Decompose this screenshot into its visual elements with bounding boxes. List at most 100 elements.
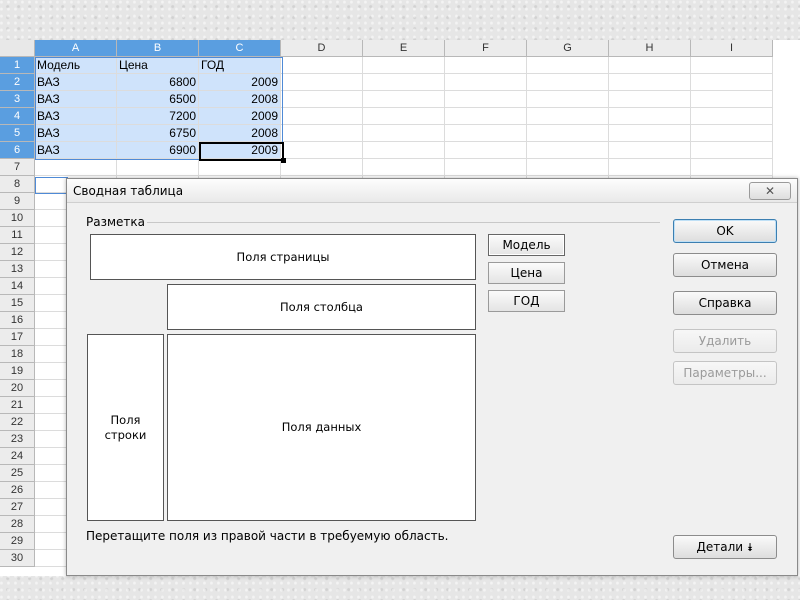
cell-E3[interactable] [363,91,445,108]
row-header-27[interactable]: 27 [0,499,35,516]
cell-D2[interactable] [281,74,363,91]
ok-button[interactable]: OK [673,219,777,243]
cell-G4[interactable] [527,108,609,125]
cell-A6[interactable]: ВАЗ [35,142,117,159]
cell-D5[interactable] [281,125,363,142]
cell-F5[interactable] [445,125,527,142]
cell-E6[interactable] [363,142,445,159]
cell-H3[interactable] [609,91,691,108]
cell-H1[interactable] [609,57,691,74]
row-header-1[interactable]: 1 [0,57,35,74]
field-button-model[interactable]: Модель [488,234,565,256]
cell-D1[interactable] [281,57,363,74]
cell-C4[interactable]: 2009 [199,108,281,125]
cell-C6[interactable]: 2009 [199,142,281,159]
row-header-21[interactable]: 21 [0,397,35,414]
row-header-25[interactable]: 25 [0,465,35,482]
cell-H7[interactable] [609,159,691,176]
column-header-i[interactable]: I [691,40,773,57]
fill-handle[interactable] [281,158,286,163]
dialog-titlebar[interactable]: Сводная таблица ✕ [67,179,797,203]
row-header-24[interactable]: 24 [0,448,35,465]
cell-G7[interactable] [527,159,609,176]
cell-B2[interactable]: 6800 [117,74,199,91]
help-button[interactable]: Справка [673,291,777,315]
cell-F6[interactable] [445,142,527,159]
options-button[interactable]: Параметры... [673,361,777,385]
cell-D4[interactable] [281,108,363,125]
row-header-29[interactable]: 29 [0,533,35,550]
row-header-2[interactable]: 2 [0,74,35,91]
cell-B1[interactable]: Цена [117,57,199,74]
row-header-7[interactable]: 7 [0,159,35,176]
row-header-8[interactable]: 8 [0,176,35,193]
row-header-30[interactable]: 30 [0,550,35,567]
cancel-button[interactable]: Отмена [673,253,777,277]
cell-F3[interactable] [445,91,527,108]
row-header-23[interactable]: 23 [0,431,35,448]
cell-F4[interactable] [445,108,527,125]
cell-H2[interactable] [609,74,691,91]
cell-C2[interactable]: 2009 [199,74,281,91]
cell-G3[interactable] [527,91,609,108]
cell-I3[interactable] [691,91,773,108]
cell-A3[interactable]: ВАЗ [35,91,117,108]
cell-E4[interactable] [363,108,445,125]
cell-C3[interactable]: 2008 [199,91,281,108]
cell-G2[interactable] [527,74,609,91]
row-header-9[interactable]: 9 [0,193,35,210]
cell-E7[interactable] [363,159,445,176]
cell-I6[interactable] [691,142,773,159]
cell-H5[interactable] [609,125,691,142]
cell-G6[interactable] [527,142,609,159]
delete-button[interactable]: Удалить [673,329,777,353]
row-header-3[interactable]: 3 [0,91,35,108]
data-fields-area[interactable]: Поля данных [167,334,476,521]
cell-F7[interactable] [445,159,527,176]
row-header-17[interactable]: 17 [0,329,35,346]
details-button[interactable]: Детали ⯯ [673,535,777,559]
cell-B6[interactable]: 6900 [117,142,199,159]
cell-I1[interactable] [691,57,773,74]
cell-C1[interactable]: ГОД [199,57,281,74]
column-header-f[interactable]: F [445,40,527,57]
cell-I7[interactable] [691,159,773,176]
row-header-15[interactable]: 15 [0,295,35,312]
cell-E2[interactable] [363,74,445,91]
cell-F1[interactable] [445,57,527,74]
cell-C7[interactable] [199,159,281,176]
cell-F2[interactable] [445,74,527,91]
cell-I4[interactable] [691,108,773,125]
field-button-year[interactable]: ГОД [488,290,565,312]
cell-C5[interactable]: 2008 [199,125,281,142]
page-fields-area[interactable]: Поля страницы [90,234,476,280]
row-header-26[interactable]: 26 [0,482,35,499]
row-header-19[interactable]: 19 [0,363,35,380]
close-button[interactable]: ✕ [749,182,791,200]
cell-A5[interactable]: ВАЗ [35,125,117,142]
field-button-price[interactable]: Цена [488,262,565,284]
cell-B4[interactable]: 7200 [117,108,199,125]
cell-A4[interactable]: ВАЗ [35,108,117,125]
row-header-20[interactable]: 20 [0,380,35,397]
cell-D6[interactable] [281,142,363,159]
row-header-28[interactable]: 28 [0,516,35,533]
row-header-18[interactable]: 18 [0,346,35,363]
row-header-14[interactable]: 14 [0,278,35,295]
row-header-10[interactable]: 10 [0,210,35,227]
column-header-c[interactable]: C [199,40,281,57]
row-header-5[interactable]: 5 [0,125,35,142]
select-all-corner[interactable] [0,40,35,57]
row-fields-area[interactable]: Поля строки [87,334,164,521]
cell-I5[interactable] [691,125,773,142]
column-header-g[interactable]: G [527,40,609,57]
cell-H4[interactable] [609,108,691,125]
column-header-d[interactable]: D [281,40,363,57]
cell-G1[interactable] [527,57,609,74]
cell-B5[interactable]: 6750 [117,125,199,142]
row-header-4[interactable]: 4 [0,108,35,125]
column-header-a[interactable]: A [35,40,117,57]
cell-G5[interactable] [527,125,609,142]
cell-B7[interactable] [117,159,199,176]
cell-H6[interactable] [609,142,691,159]
